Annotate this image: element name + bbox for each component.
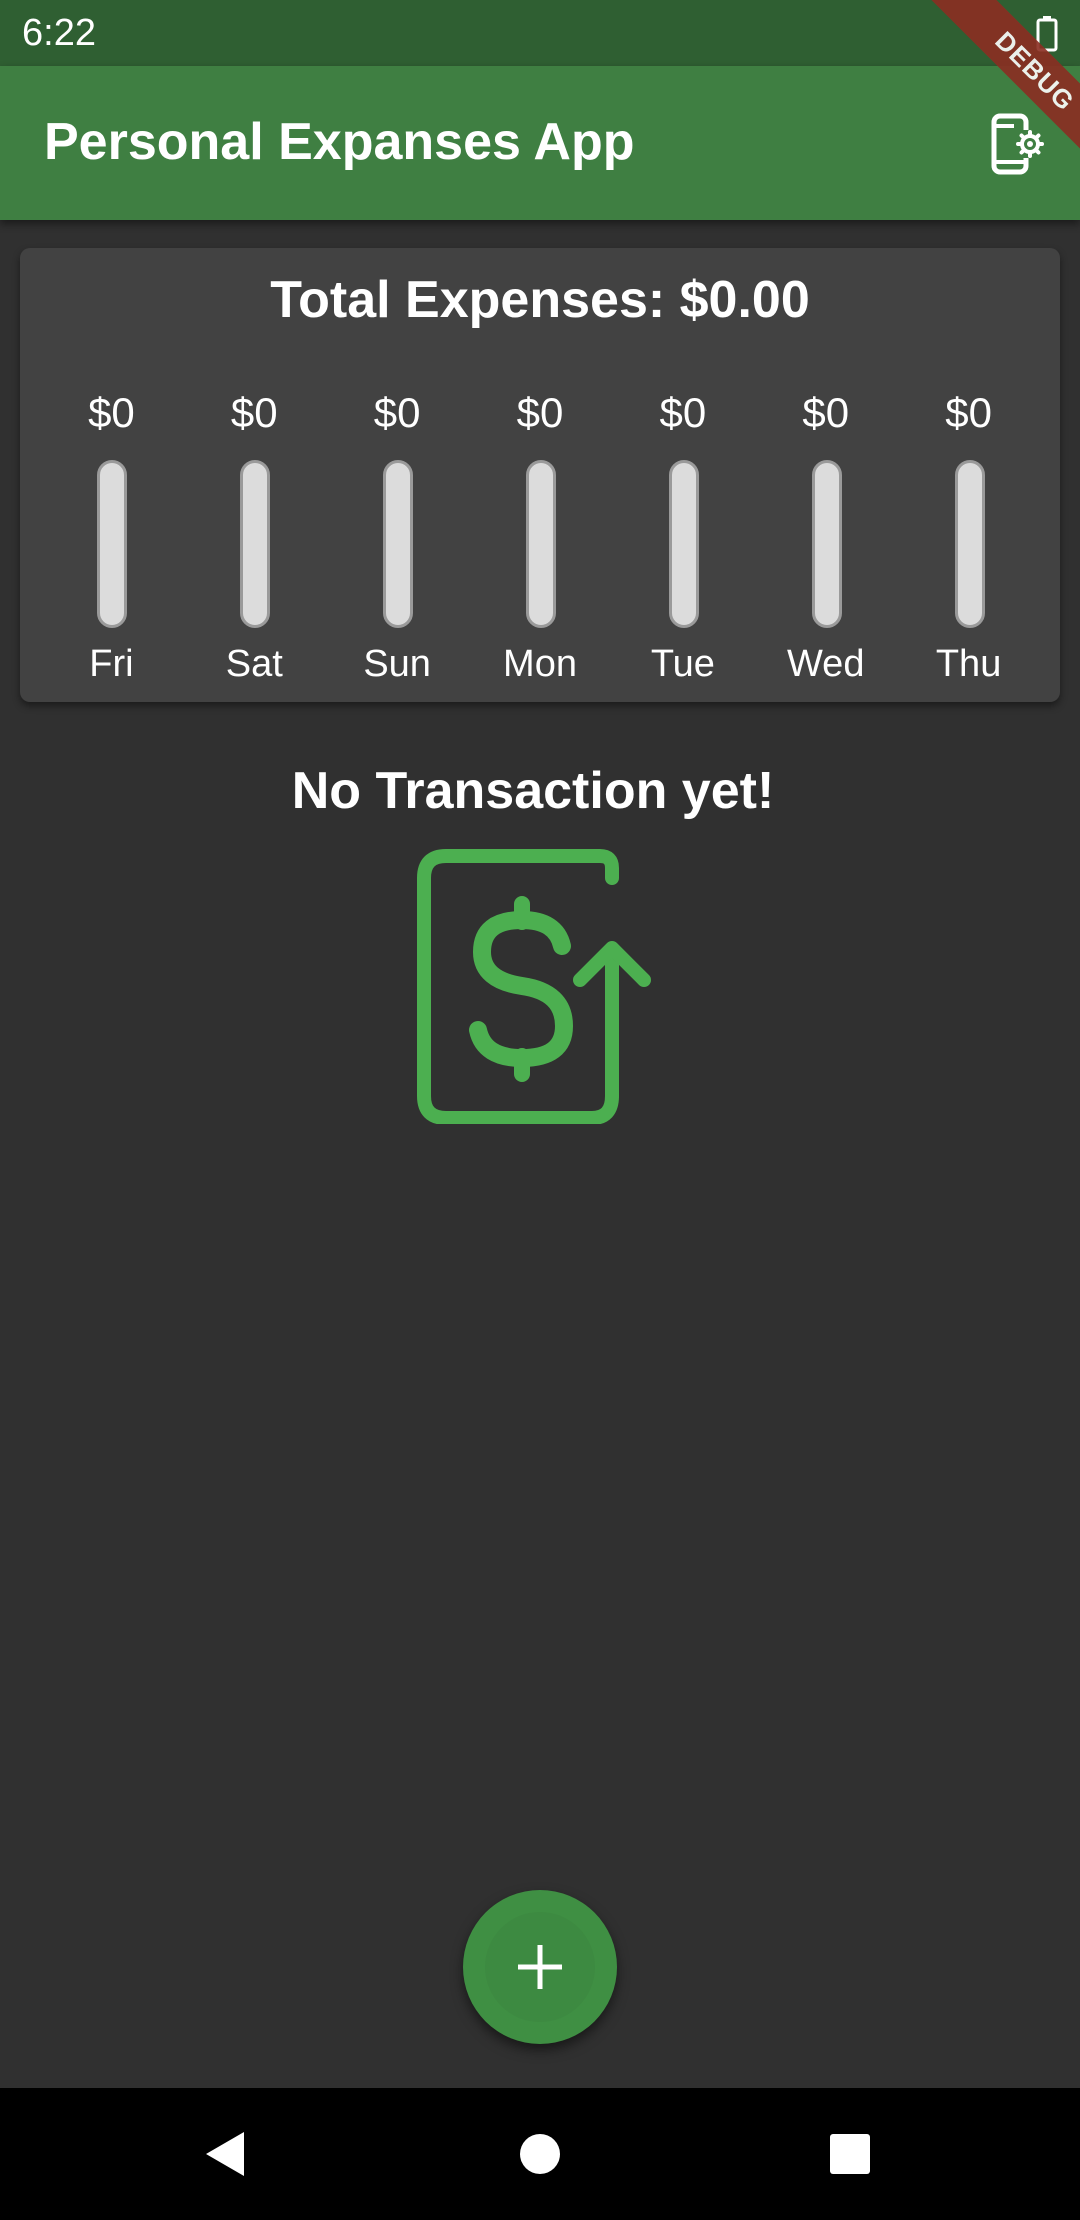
chart-bar-fri: $0 Fri (40, 388, 183, 688)
bar-track (526, 460, 556, 628)
bar-amount: $0 (945, 389, 992, 436)
bar-day-label: Wed (787, 643, 865, 685)
chart-bar-mon: $0 Mon (469, 388, 612, 688)
bar-day-label: Thu (935, 643, 1002, 685)
bar-day-label: Fri (89, 643, 134, 685)
bar-amount: $0 (802, 389, 850, 436)
bar-day-label: Sun (363, 643, 431, 685)
chart-title: Total Expenses: $0.00 (270, 271, 810, 329)
chart-bars: $0 Fri $0 Sat $0 Sun $0 Mon $0 Tue $0 We… (40, 388, 1040, 688)
plus-icon (518, 1945, 562, 1989)
home-button[interactable] (460, 2088, 620, 2220)
phone-settings-icon[interactable] (984, 112, 1048, 176)
app-title: Personal Expanses App (44, 113, 635, 171)
chart-bar-wed: $0 Wed (754, 388, 897, 688)
bar-day-label: Mon (503, 643, 577, 685)
bar-amount: $0 (659, 389, 707, 436)
bar-day-label: Tue (650, 643, 715, 685)
bar-track (811, 460, 842, 628)
expenses-chart-card: Total Expenses: $0.00 $0 Fri $0 Sat $0 S… (20, 248, 1060, 702)
system-nav-bar (0, 2088, 1080, 2220)
bar-amount: $0 (230, 389, 278, 436)
bar-track (240, 460, 271, 628)
bar-track (954, 460, 985, 628)
chart-bar-thu: $0 Thu (897, 388, 1040, 688)
bar-day-label: Sat (225, 643, 283, 685)
app-bar: Personal Expanses App (0, 66, 1080, 220)
bar-amount: $0 (88, 389, 135, 436)
recents-icon (830, 2134, 870, 2174)
bar-amount: $0 (516, 389, 564, 436)
recents-button[interactable] (770, 2088, 930, 2220)
bar-track (97, 460, 128, 628)
bar-track (668, 460, 699, 628)
status-time: 6:22 (22, 12, 96, 54)
back-icon (206, 2132, 244, 2176)
add-transaction-button[interactable] (463, 1890, 617, 2044)
chart-bar-sat: $0 Sat (183, 388, 326, 688)
money-receipt-icon (417, 849, 651, 1124)
bar-amount: $0 (373, 389, 421, 436)
screen: 6:22 Personal Expanses App DEBUG Total E… (0, 0, 1080, 2220)
bar-track (383, 460, 414, 628)
chart-bar-tue: $0 Tue (611, 388, 754, 688)
home-icon (520, 2134, 560, 2174)
chart-bar-sun: $0 Sun (326, 388, 469, 688)
back-button[interactable] (146, 2088, 306, 2220)
empty-state-message: No Transaction yet! (291, 762, 775, 820)
status-bar: 6:22 (0, 0, 1080, 66)
